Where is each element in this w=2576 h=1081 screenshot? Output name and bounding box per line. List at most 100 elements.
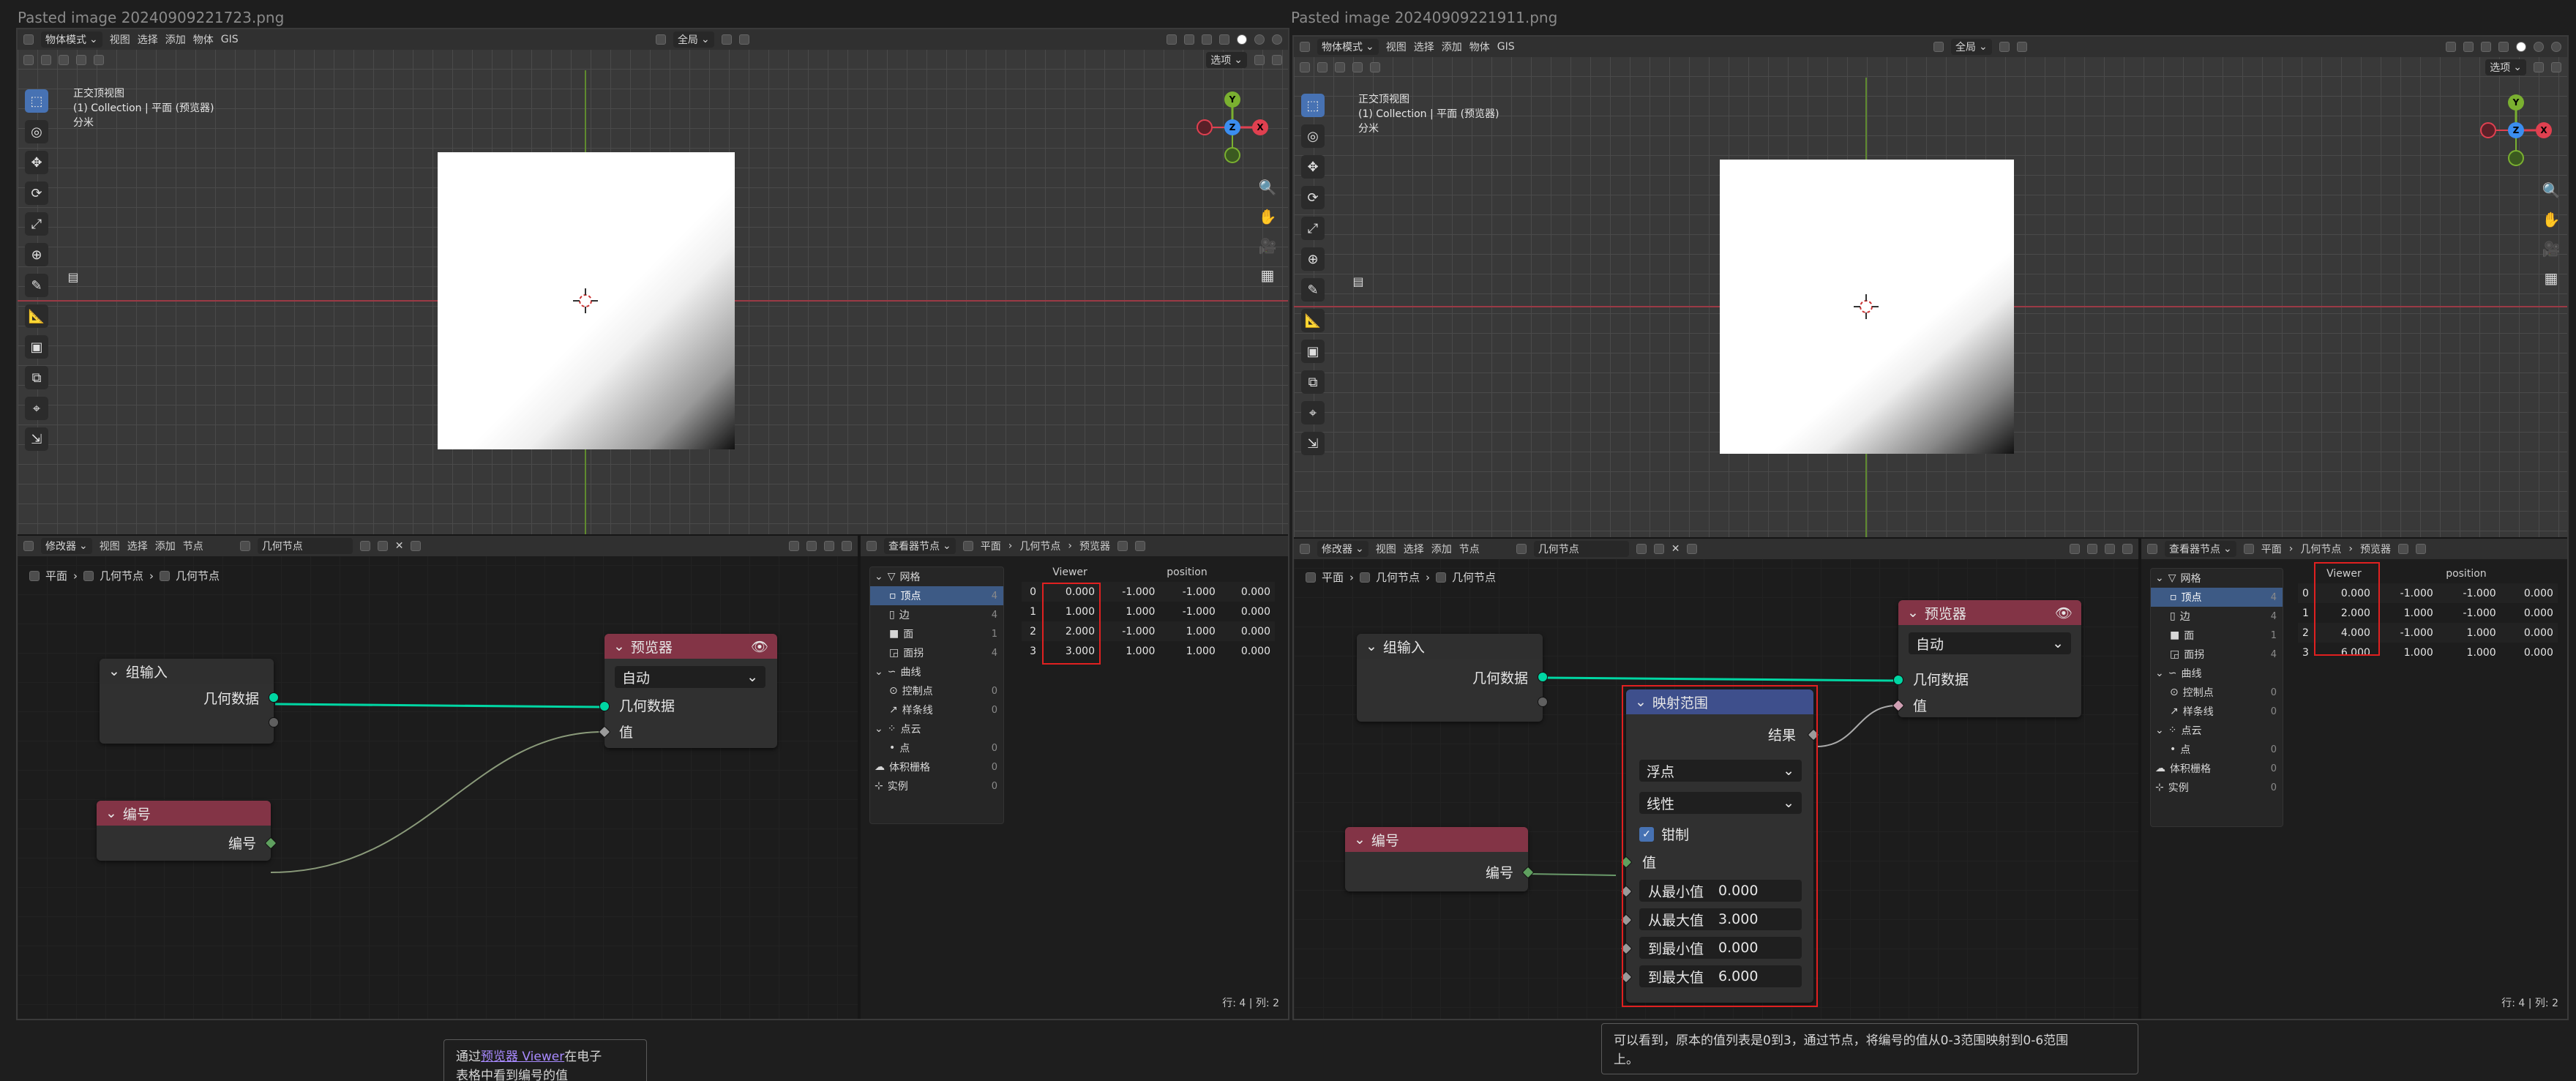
neg-y-axis-icon[interactable]: [2508, 150, 2524, 166]
transform-icon[interactable]: ⊕: [25, 243, 48, 266]
neg-x-axis-icon[interactable]: [1197, 119, 1213, 135]
grid-icon[interactable]: ▦: [1259, 266, 1276, 284]
comment-link[interactable]: 预览器 Viewer: [481, 1050, 564, 1064]
menu-add[interactable]: 添加: [165, 32, 186, 47]
scale-icon[interactable]: ⤢: [1301, 217, 1325, 240]
cursor-icon[interactable]: ◎: [25, 120, 48, 143]
tree-item-instance[interactable]: ⊹ 实例 0: [2151, 778, 2283, 797]
group-input-node[interactable]: ⌄ 组输入 几何数据: [100, 659, 279, 744]
collapse-icon[interactable]: ⌄: [1366, 638, 1377, 654]
menu-gis[interactable]: GIS: [221, 34, 239, 45]
collapse-icon[interactable]: ⌄: [613, 638, 625, 654]
menu-view[interactable]: 视图: [1386, 40, 1407, 54]
column-header-viewer[interactable]: Viewer: [1041, 562, 1099, 582]
y-axis-icon[interactable]: Y: [1224, 91, 1240, 108]
select-extend-icon[interactable]: [41, 55, 51, 65]
gear-icon[interactable]: [1272, 55, 1282, 65]
select-mode-icon[interactable]: [1300, 62, 1310, 72]
tree-item-curve[interactable]: ⌄ ∽ 曲线: [870, 662, 1003, 681]
viewer-header[interactable]: ⌄ 预览器 👁: [604, 634, 777, 659]
empty-output-socket[interactable]: [1538, 697, 1548, 707]
visibility-icon[interactable]: [2446, 42, 2456, 52]
tree-item-mesh[interactable]: ⌄ ▽ 网格: [870, 567, 1003, 586]
collapse-icon[interactable]: ⌄: [1354, 831, 1366, 848]
left-3d-viewport[interactable]: 物体模式 ⌄ 视图 选择 添加 物体 GIS 全局 ⌄ 选项 ⌄ 正交顶视图 (…: [18, 29, 1288, 534]
viewer-node[interactable]: ⌄ 预览器 👁 自动 ⌄ 几何数据 值: [598, 634, 777, 748]
shading-material-icon[interactable]: [2534, 42, 2544, 52]
tree-item-spline[interactable]: ↗ 样条线 0: [870, 700, 1003, 719]
tree-item-instance[interactable]: ⊹ 实例 0: [870, 777, 1003, 796]
pen-icon[interactable]: [1933, 42, 1944, 52]
snap-icon[interactable]: [721, 34, 732, 45]
zoom-icon[interactable]: 🔍: [1259, 179, 1277, 196]
pin-icon[interactable]: [1117, 541, 1128, 551]
annotate-icon[interactable]: ✎: [1301, 278, 1325, 302]
select-subtract-icon[interactable]: [1335, 62, 1345, 72]
select-intersect-icon[interactable]: [94, 55, 104, 65]
hand-icon[interactable]: ✋: [1259, 208, 1277, 225]
proportional-icon[interactable]: [2016, 42, 2027, 52]
select-box-icon[interactable]: ⬚: [1301, 94, 1325, 117]
right-spreadsheet[interactable]: 查看器节点 ⌄ 平面 › 几何节点 › 预览器 ⌄ ▽ 网格 ▫ 顶点 4 ▯ 边 4 ■ 面 1…: [2141, 539, 2567, 1019]
index-node[interactable]: ⌄ 编号 编号: [97, 801, 277, 861]
select-intersect-icon[interactable]: [1370, 62, 1380, 72]
left-spreadsheet[interactable]: 查看器节点 ⌄ 平面 › 几何节点 › 预览器 ⌄ ▽ 网格 ▫ 顶点 4 ▯ 边 4 ■ 面 1…: [861, 536, 1288, 1019]
viewer-header[interactable]: ⌄ 预览器 👁: [1898, 600, 2081, 625]
transform-orientation-dropdown[interactable]: 全局 ⌄: [1950, 39, 1992, 55]
hand-icon[interactable]: ✋: [2542, 211, 2561, 228]
xray-icon[interactable]: [1219, 34, 1229, 45]
tree-item-face-corner[interactable]: ◲ 面拐 4: [870, 643, 1003, 662]
tree-item-edge[interactable]: ▯ 边 4: [870, 605, 1003, 624]
collapse-icon[interactable]: ⌄: [108, 663, 120, 679]
tree-item-spline[interactable]: ↗ 样条线 0: [2151, 702, 2283, 721]
overlay-icon[interactable]: [2481, 42, 2491, 52]
proportional-icon[interactable]: [738, 34, 749, 45]
tree-item-vertex[interactable]: ▫ 顶点 4: [870, 586, 1003, 605]
eye-icon[interactable]: 👁: [2055, 605, 2073, 621]
move-icon[interactable]: ✥: [25, 151, 48, 174]
overlay-icon[interactable]: [1202, 34, 1212, 45]
gizmo-icon[interactable]: [2463, 42, 2474, 52]
shading-material-icon[interactable]: [1254, 34, 1265, 45]
tree-item-control-point[interactable]: ⊙ 控制点 0: [870, 681, 1003, 700]
right-3d-viewport[interactable]: 物体模式 ⌄ 视图 选择 添加 物体 GIS 全局 ⌄ 选项 ⌄ 正交顶视图 (…: [1294, 37, 2567, 537]
shear-icon[interactable]: ⇲: [1301, 432, 1325, 455]
object-eval-dropdown[interactable]: 查看器节点 ⌄: [884, 538, 956, 554]
neg-y-axis-icon[interactable]: [1224, 147, 1240, 163]
menu-gis[interactable]: GIS: [1497, 41, 1515, 53]
tree-item-point[interactable]: • 点 0: [2151, 740, 2283, 759]
add-cube-icon[interactable]: ▣: [25, 335, 48, 359]
options-dropdown[interactable]: 选项 ⌄: [2485, 59, 2526, 75]
x-axis-icon[interactable]: X: [1252, 119, 1268, 135]
select-subtract-icon[interactable]: [59, 55, 69, 65]
tree-item-edge[interactable]: ▯ 边 4: [2151, 607, 2283, 626]
tree-item-face[interactable]: ■ 面 1: [870, 624, 1003, 643]
visibility-icon[interactable]: [1167, 34, 1177, 45]
spin-icon[interactable]: ⌖: [25, 397, 48, 420]
geometry-output-socket[interactable]: [269, 692, 279, 703]
object-eval-dropdown[interactable]: 查看器节点 ⌄: [2165, 541, 2236, 557]
tree-item-control-point[interactable]: ⊙ 控制点 0: [2151, 683, 2283, 702]
eye-icon[interactable]: 👁: [751, 638, 768, 655]
pin-icon[interactable]: [2397, 544, 2408, 554]
select-box-icon[interactable]: ⬚: [25, 89, 48, 113]
tree-item-point[interactable]: • 点 0: [870, 738, 1003, 758]
rotate-icon[interactable]: ⟳: [1301, 186, 1325, 209]
collapse-icon[interactable]: ⌄: [105, 805, 117, 821]
tree-item-pointcloud[interactable]: ⌄ ⁘ 点云: [2151, 721, 2283, 740]
domain-dropdown[interactable]: 自动 ⌄: [1909, 632, 2071, 654]
extrude-icon[interactable]: ⧉: [1301, 370, 1325, 394]
spreadsheet-type-icon[interactable]: [2147, 544, 2157, 554]
x-axis-icon[interactable]: X: [2536, 122, 2552, 138]
select-extend-icon[interactable]: [1317, 62, 1328, 72]
measure-icon[interactable]: 📐: [25, 304, 48, 328]
scale-icon[interactable]: ⤢: [25, 212, 48, 236]
index-header[interactable]: ⌄ 编号: [97, 801, 271, 826]
shading-solid-icon[interactable]: [2516, 42, 2526, 52]
navigation-gizmo[interactable]: Y X Z: [1188, 88, 1276, 176]
group-input-header[interactable]: ⌄ 组输入: [100, 659, 274, 684]
rotate-icon[interactable]: ⟳: [25, 182, 48, 205]
tree-item-mesh[interactable]: ⌄ ▽ 网格: [2151, 569, 2283, 588]
domain-dropdown[interactable]: 自动 ⌄: [615, 666, 765, 688]
right-node-editor[interactable]: 修改器 ⌄ 视图 选择 添加 节点 几何节点 ✕ 平面 › 几何节点 › 几何节点: [1294, 539, 2138, 1019]
